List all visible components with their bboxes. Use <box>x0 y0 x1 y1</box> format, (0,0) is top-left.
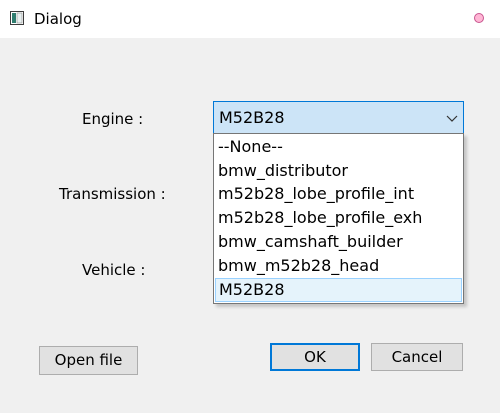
dropdown-option[interactable]: bmw_m52b28_head <box>214 254 463 278</box>
window-app-icon <box>10 11 24 25</box>
window-title: Dialog <box>34 10 82 28</box>
vehicle-label: Vehicle : <box>82 261 146 279</box>
engine-combo[interactable]: M52B28 <box>213 101 464 134</box>
engine-label: Engine : <box>82 110 144 128</box>
dropdown-option[interactable]: bmw_distributor <box>214 159 463 183</box>
dropdown-option[interactable]: m52b28_lobe_profile_exh <box>214 206 463 230</box>
cancel-button[interactable]: Cancel <box>371 343 463 371</box>
engine-combo-value: M52B28 <box>219 108 285 127</box>
dropdown-option[interactable]: bmw_camshaft_builder <box>214 230 463 254</box>
dropdown-option[interactable]: m52b28_lobe_profile_int <box>214 182 463 206</box>
dialog-window: Dialog Engine : Transmission : Vehicle :… <box>0 0 500 413</box>
window-status-dot-icon[interactable] <box>474 13 484 23</box>
open-file-button[interactable]: Open file <box>39 346 138 375</box>
transmission-label: Transmission : <box>59 185 166 203</box>
engine-dropdown-list: --None-- bmw_distributor m52b28_lobe_pro… <box>213 133 464 304</box>
dropdown-option[interactable]: --None-- <box>214 135 463 159</box>
chevron-down-icon[interactable] <box>446 113 458 123</box>
ok-button[interactable]: OK <box>270 343 360 371</box>
title-bar[interactable]: Dialog <box>0 0 500 38</box>
dropdown-option-selected[interactable]: M52B28 <box>215 278 462 302</box>
